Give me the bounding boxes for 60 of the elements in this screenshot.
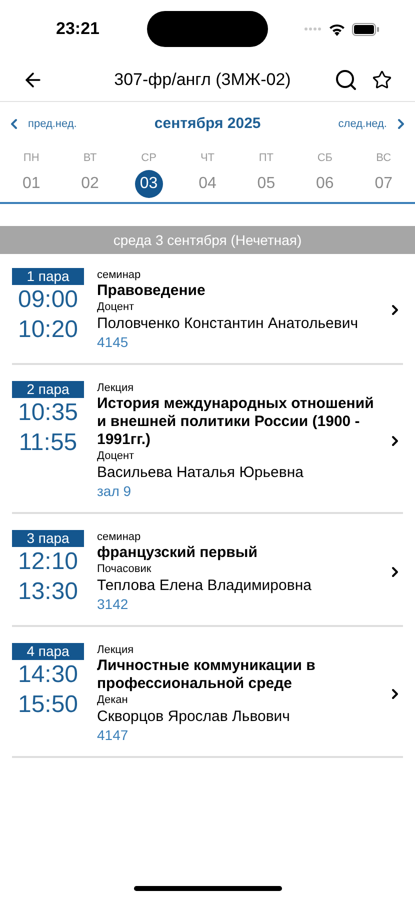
start-time: 10:35 [18, 399, 78, 427]
page-title: 307-фр/англ (3МЖ-02) [113, 68, 292, 91]
day-date: 04 [198, 174, 218, 194]
day-date: 01 [21, 174, 42, 194]
lesson-type: семинар [97, 268, 142, 282]
day-date: 06 [315, 174, 335, 194]
room-label: зал 9 [97, 482, 132, 500]
teacher-position: Доцент [97, 449, 136, 463]
day-date: 02 [80, 174, 100, 194]
lesson-row[interactable]: 1 пара 09:00 10:20 семинар Правоведение Доцент Половченко Константин Анатольевич 4145 [12, 264, 403, 365]
day-date: 07 [374, 174, 394, 194]
room-label: 4145 [97, 333, 130, 351]
previous-week-button[interactable]: пред.нед. [6, 116, 77, 132]
lesson-number: 2 пара [12, 381, 84, 398]
day-date: 03 [134, 170, 163, 198]
end-time: 13:30 [18, 578, 78, 606]
day-tab[interactable]: СР 03 [119, 146, 178, 198]
day-tab[interactable]: ЧТ 04 [178, 146, 237, 198]
teacher-name: Васильева Наталья Юрьевна [97, 463, 304, 482]
day-date: 05 [256, 174, 276, 194]
subject-title: Правоведение [97, 282, 206, 300]
day-tab[interactable]: ВС 07 [354, 146, 413, 198]
lesson-number: 1 пара [12, 268, 84, 285]
teacher-position: Почасовик [97, 562, 152, 576]
start-time: 09:00 [18, 286, 78, 314]
lesson-number: 4 пара [12, 643, 84, 660]
lesson-row[interactable]: 4 пара 14:30 15:50 Лекция Личностные коммуникации в профессиональной среде Декан Скворцов Ярослав Львович 4147 [12, 639, 403, 758]
wifi-icon [328, 22, 346, 36]
end-time: 11:55 [18, 429, 78, 457]
teacher-name: Скворцов Ярослав Львович [97, 707, 291, 726]
day-tab[interactable]: ПН 01 [2, 146, 61, 198]
end-time: 10:20 [18, 316, 78, 344]
lesson-type: семинар [97, 530, 142, 544]
teacher-name: Половченко Константин Анатольевич [97, 314, 360, 333]
room-label: 4147 [97, 726, 130, 744]
day-banner: среда 3 сентября (Нечетная) [0, 226, 415, 254]
signal-icon [304, 27, 322, 31]
teacher-position: Доцент [97, 300, 136, 314]
subject-title: Личностные коммуникации в профессиональной среде [97, 657, 316, 693]
battery-icon [352, 22, 379, 36]
start-time: 12:10 [18, 548, 78, 576]
lesson-number: 3 пара [12, 530, 84, 547]
lesson-row[interactable]: 2 пара 10:35 11:55 Лекция История международных отношений и внешней политики России (1900 - 1991гг.) Доцент Васильева Наталья Юрьевна зал 9 [12, 377, 403, 514]
day-tab[interactable]: СБ 06 [296, 146, 354, 198]
month-label: сентября 2025 [154, 114, 261, 134]
subject-title: французский первый [97, 544, 258, 562]
room-label: 3142 [97, 595, 130, 613]
status-time: 23:21 [56, 18, 100, 40]
teacher-name: Теплова Елена Владимировна [97, 576, 312, 595]
favorite-button[interactable] [371, 68, 393, 90]
lesson-type: Лекция [97, 381, 135, 395]
start-time: 14:30 [18, 661, 78, 689]
day-tab[interactable]: ПТ 05 [236, 146, 296, 198]
next-week-button[interactable]: след.нед. [338, 116, 409, 132]
end-time: 15:50 [18, 691, 78, 719]
subject-title: История международных отношений и внешней политики России (1900 - 1991гг.) [97, 395, 375, 449]
teacher-position: Декан [97, 693, 129, 707]
day-tab[interactable]: ВТ 02 [60, 146, 120, 198]
lesson-type: Лекция [97, 643, 135, 657]
lesson-row[interactable]: 3 пара 12:10 13:30 семинар французский первый Почасовик Теплова Елена Владимировна 3142 [12, 526, 403, 627]
